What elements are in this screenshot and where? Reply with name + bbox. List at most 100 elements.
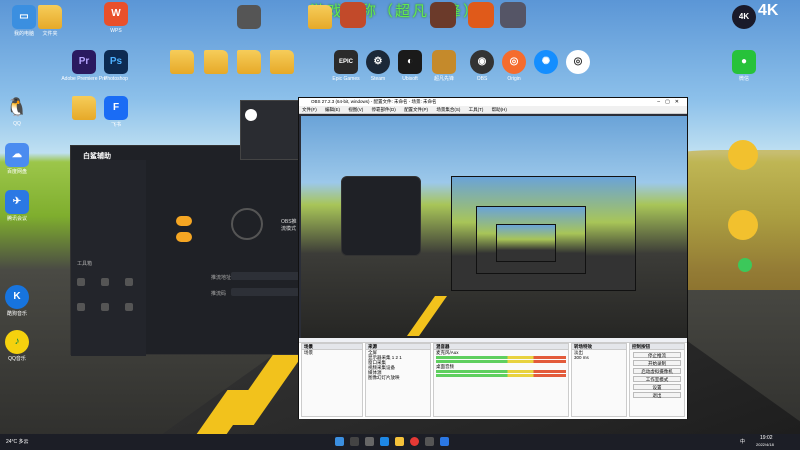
stream-key-input[interactable] bbox=[231, 288, 301, 296]
desktop-icon-photoshop[interactable]: Ps Photoshop bbox=[92, 50, 140, 82]
desktop-icon-qq-music[interactable]: ♪ QQ音乐 bbox=[0, 330, 41, 362]
green-app-icon[interactable] bbox=[738, 258, 752, 272]
exit-button[interactable]: 退出 bbox=[633, 392, 681, 398]
mascot-icon[interactable] bbox=[728, 210, 758, 240]
4k-icon: 4K bbox=[732, 5, 756, 29]
start-recording-button[interactable]: 开始录制 bbox=[633, 360, 681, 366]
window-controls[interactable]: –▢✕ bbox=[657, 98, 684, 106]
tool-icon[interactable] bbox=[125, 278, 133, 286]
scene-item[interactable]: 场景 bbox=[302, 350, 362, 355]
virtual-camera-button[interactable]: 启动虚拟摄像机 bbox=[633, 368, 681, 374]
desktop-icon-wechat[interactable]: ● 微信 bbox=[720, 50, 768, 82]
bird-icon: ✈ bbox=[5, 190, 29, 214]
ubisoft-icon: ◐ bbox=[398, 50, 422, 74]
obs-dock: 场景 场景 来源 全屏 显示器采集 1 2 1 窗口采集 视频采集设备 媒体源 … bbox=[299, 338, 687, 419]
game-tile[interactable] bbox=[500, 2, 526, 28]
source-item[interactable]: 图像幻灯片放映 bbox=[366, 375, 430, 380]
desktop-icon-folder-8[interactable] bbox=[296, 5, 344, 31]
kugou-icon: K bbox=[5, 285, 29, 309]
start-icon[interactable] bbox=[335, 437, 344, 446]
scenes-panel: 场景 场景 bbox=[301, 343, 363, 417]
menu-docks[interactable]: 停靠部件(D) bbox=[372, 107, 396, 112]
explorer-icon[interactable] bbox=[395, 437, 404, 446]
qq-penguin-icon: 🐧 bbox=[5, 97, 29, 117]
tool-icon[interactable] bbox=[101, 303, 109, 311]
app-sidebar: 工具箱 bbox=[71, 160, 146, 356]
desktop-icon-4k[interactable]: 4K bbox=[720, 5, 768, 31]
edge-icon[interactable] bbox=[380, 437, 389, 446]
tool-icon[interactable] bbox=[77, 278, 85, 286]
streaming-assistant-window[interactable]: 白鲨辅助 工具箱 OBS推流模式 推流地址 推流码 bbox=[70, 145, 302, 356]
clock[interactable]: 19:02 bbox=[760, 435, 773, 441]
tool-icon[interactable] bbox=[77, 303, 85, 311]
obs-window[interactable]: OBS 27.2.3 (64-bit, windows) - 配置文件: 未命名… bbox=[298, 97, 688, 419]
mixer-panel: 混音器 麦克风/Aux 桌面音频 bbox=[433, 343, 569, 417]
desktop-icon-folder-7[interactable] bbox=[225, 5, 273, 31]
studio-mode-button[interactable]: 工作室模式 bbox=[633, 376, 681, 382]
mixer-channel-label: 桌面音频 bbox=[436, 364, 454, 369]
wps-icon: W bbox=[104, 2, 128, 26]
sources-panel: 来源 全屏 显示器采集 1 2 1 窗口采集 视频采集设备 媒体源 图像幻灯片放… bbox=[365, 343, 431, 417]
audio-meter bbox=[436, 360, 566, 363]
menu-edit[interactable]: 编辑(E) bbox=[325, 107, 340, 112]
desktop: 游戏名称（超凡先锋） 4K ▭ 我的电脑 文件夹 W WPS Pr Adobe Pre… bbox=[0, 0, 800, 450]
desktop-icon-feishu[interactable]: F 飞书 bbox=[92, 96, 140, 128]
folder-icon bbox=[308, 5, 332, 29]
floating-panel[interactable] bbox=[240, 100, 302, 160]
menu-tools[interactable]: 工具(T) bbox=[469, 107, 484, 112]
toggle-switch[interactable] bbox=[176, 232, 192, 242]
preview-lane bbox=[406, 296, 448, 336]
menu-help[interactable]: 帮助(H) bbox=[492, 107, 507, 112]
obs-preview[interactable] bbox=[301, 116, 687, 338]
transitions-panel: 转场特效 淡出 300 ms bbox=[571, 343, 627, 417]
field-label: 推流地址 bbox=[211, 275, 232, 281]
audio-meter bbox=[436, 356, 566, 359]
input-language[interactable]: 中 bbox=[740, 438, 745, 445]
mascot-icon[interactable] bbox=[728, 140, 758, 170]
date[interactable]: 2022/4/18 bbox=[756, 442, 774, 447]
obs-menubar: 文件(F) 编辑(E) 视图(V) 停靠部件(D) 配置文件(P) 场景集合(S… bbox=[299, 106, 687, 114]
desktop-icon-kugou[interactable]: K 酷狗音乐 bbox=[0, 285, 41, 317]
desktop-icon-baidu-pan[interactable]: ☁ 百度网盘 bbox=[0, 143, 41, 175]
transition-duration[interactable]: 300 ms bbox=[572, 355, 626, 360]
toggle-switch[interactable] bbox=[176, 216, 192, 226]
desktop-icon-qq[interactable]: 🐧 QQ bbox=[0, 95, 41, 127]
desktop-icon-osu[interactable]: ◎ bbox=[554, 50, 602, 76]
stream-url-input[interactable] bbox=[231, 272, 301, 280]
menu-file[interactable]: 文件(F) bbox=[302, 107, 317, 112]
desktop-icon-wps[interactable]: W WPS bbox=[92, 2, 140, 34]
cloud-icon: ☁ bbox=[5, 143, 29, 167]
game-icon bbox=[432, 50, 456, 74]
menu-view[interactable]: 视图(V) bbox=[348, 107, 363, 112]
app-taskbar-icon[interactable] bbox=[440, 437, 449, 446]
tool-icon[interactable] bbox=[101, 278, 109, 286]
avatar bbox=[245, 109, 257, 121]
game-tile[interactable] bbox=[430, 2, 456, 28]
nested-preview-3 bbox=[496, 224, 556, 262]
folder-icon bbox=[270, 50, 294, 74]
search-icon[interactable] bbox=[350, 437, 359, 446]
taskview-icon[interactable] bbox=[365, 437, 374, 446]
desktop-icon-folder-6[interactable] bbox=[258, 50, 306, 76]
weather-widget[interactable]: 24°C 多云 bbox=[6, 438, 29, 445]
feishu-icon: F bbox=[104, 96, 128, 120]
controls-panel: 控制按钮 停止推流 开始录制 启动虚拟摄像机 工作室模式 设置 退出 bbox=[629, 343, 685, 417]
stop-streaming-button[interactable]: 停止推流 bbox=[633, 352, 681, 358]
desktop-icon-tencent-meeting[interactable]: ✈ 腾讯会议 bbox=[0, 190, 41, 222]
obs-taskbar-icon[interactable] bbox=[410, 437, 419, 446]
sidebar-label: 工具箱 bbox=[77, 261, 93, 267]
menu-profile[interactable]: 配置文件(P) bbox=[404, 107, 428, 112]
desktop-icon-folder[interactable]: 文件夹 bbox=[26, 5, 74, 37]
settings-button[interactable]: 设置 bbox=[633, 384, 681, 390]
mixer-channel-label: 麦克风/Aux bbox=[436, 350, 459, 355]
tool-icon[interactable] bbox=[125, 303, 133, 311]
status-ring bbox=[231, 208, 263, 240]
game-tile[interactable] bbox=[468, 2, 494, 28]
app-taskbar-icon[interactable] bbox=[425, 437, 434, 446]
photoshop-icon: Ps bbox=[104, 50, 128, 74]
taskbar: 24°C 多云 中 19:02 2022/4/18 bbox=[0, 434, 800, 450]
game-tile[interactable] bbox=[340, 2, 366, 28]
controls-header: 控制按钮 bbox=[630, 344, 684, 350]
wechat-icon: ● bbox=[732, 50, 756, 74]
menu-scene-collection[interactable]: 场景集合(S) bbox=[436, 107, 460, 112]
